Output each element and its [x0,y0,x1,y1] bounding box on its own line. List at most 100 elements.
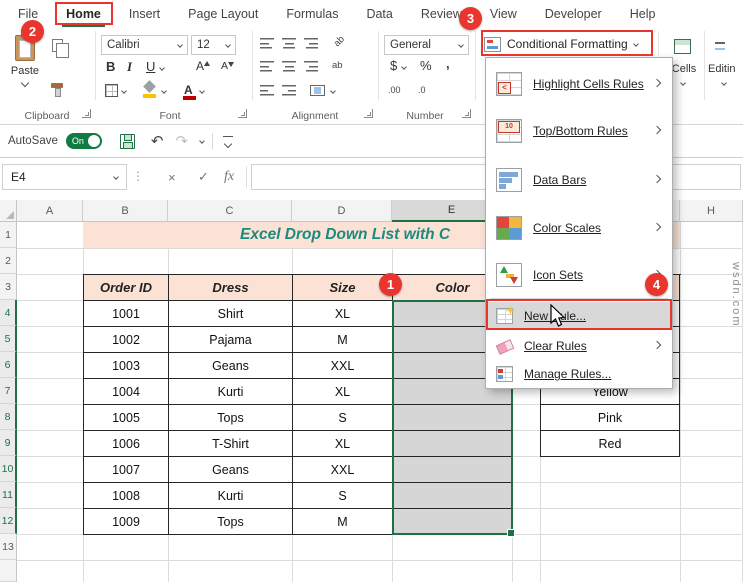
cell-C11[interactable]: Kurti [169,483,293,509]
cell-B8[interactable]: 1005 [84,405,169,431]
chevron-down-icon[interactable] [401,64,407,70]
percent-format-button[interactable]: % [420,58,432,73]
menu-item-new-rule[interactable]: New Rule... [487,302,671,330]
row-header-12[interactable]: 12 [0,508,17,534]
cell-D5[interactable]: M [293,327,393,353]
menu-item-clear-rules[interactable]: Clear Rules [487,332,671,360]
increase-decimal-button[interactable]: .00 [388,85,401,95]
cell-E12[interactable] [393,509,513,535]
comma-format-button[interactable]: , [446,56,450,71]
borders-button[interactable] [105,84,118,97]
cell-D8[interactable]: S [293,405,393,431]
align-right-button[interactable] [304,60,318,72]
cell-D10[interactable]: XXL [293,457,393,483]
cell-C5[interactable]: Pajama [169,327,293,353]
row-header-1[interactable]: 1 [0,222,17,248]
number-format-combo[interactable]: General [384,35,469,55]
underline-button[interactable]: U [146,59,155,74]
tab-developer[interactable]: Developer [531,0,616,27]
cell-D4[interactable]: XL [293,301,393,327]
tab-home[interactable]: Home [52,0,115,27]
cell-C12[interactable]: Tops [169,509,293,535]
cell-D11[interactable]: S [293,483,393,509]
copy-icon[interactable] [52,39,63,52]
enter-icon[interactable]: ✓ [198,164,209,190]
chevron-down-icon[interactable] [199,138,205,144]
alignment-dialog-launcher-icon[interactable] [364,109,373,118]
number-dialog-launcher-icon[interactable] [462,109,471,118]
align-left-button[interactable] [260,60,274,72]
format-painter-icon[interactable] [51,83,63,88]
autosave-toggle[interactable]: On [66,133,102,149]
decrease-decimal-button[interactable]: .0 [418,85,426,95]
orientation-button[interactable]: ab [332,34,347,49]
align-bottom-button[interactable] [304,37,318,49]
chevron-down-icon[interactable] [121,88,127,94]
decrease-font-size-button[interactable]: A [221,60,228,72]
menu-item-highlight-cells-rules[interactable]: Highlight Cells Rules [487,60,671,107]
italic-button[interactable]: I [127,59,132,75]
tab-data[interactable]: Data [352,0,406,27]
cell-D6[interactable]: XXL [293,353,393,379]
wrap-text-button[interactable]: ab [332,60,343,71]
cell-B9[interactable]: 1006 [84,431,169,457]
increase-indent-button[interactable] [282,84,296,96]
row-header-5[interactable]: 5 [0,326,17,352]
row-header-11[interactable]: 11 [0,482,17,508]
cell-E9[interactable] [393,431,513,457]
drag-handle-icon[interactable]: ⋮ [132,169,144,183]
fill-color-button[interactable] [142,82,158,98]
cell-C9[interactable]: T-Shirt [169,431,293,457]
customize-toolbar-icon[interactable] [223,136,233,147]
chevron-down-icon[interactable] [159,65,165,71]
insert-function-icon[interactable]: fx [224,164,234,190]
cell-D7[interactable]: XL [293,379,393,405]
font-name-combo[interactable]: Calibri [101,35,188,55]
cell-D9[interactable]: XL [293,431,393,457]
chevron-down-icon[interactable] [199,88,205,94]
menu-item-icon-sets[interactable]: Icon Sets [487,252,671,298]
cell-D12[interactable]: M [293,509,393,535]
row-header-9[interactable]: 9 [0,430,17,456]
font-dialog-launcher-icon[interactable] [238,109,247,118]
column-header-c[interactable]: C [168,200,292,222]
tab-insert[interactable]: Insert [115,0,174,27]
menu-item-manage-rules[interactable]: Manage Rules... [487,360,671,388]
menu-item-top-bottom-rules[interactable]: Top/Bottom Rules [487,107,671,155]
column-header-b[interactable]: B [83,200,168,222]
paste-button[interactable]: Paste [5,32,45,106]
row-header-8[interactable]: 8 [0,404,17,430]
cell-C8[interactable]: Tops [169,405,293,431]
tab-view[interactable]: View [476,0,531,27]
name-box[interactable]: E4 [2,164,127,190]
column-header-d[interactable]: D [292,200,392,222]
cell-C7[interactable]: Kurti [169,379,293,405]
cell-B10[interactable]: 1007 [84,457,169,483]
cell-C10[interactable]: Geans [169,457,293,483]
cell-B5[interactable]: 1002 [84,327,169,353]
column-header-a[interactable]: A [17,200,83,222]
align-center-button[interactable] [282,60,296,72]
align-top-button[interactable] [260,37,274,49]
cell-G8[interactable]: Pink [541,405,680,431]
increase-font-size-button[interactable]: A [196,59,204,73]
cell-E8[interactable] [393,405,513,431]
undo-icon[interactable]: ↶ [151,132,164,150]
cell-G9[interactable]: Red [541,431,680,457]
cell-B6[interactable]: 1003 [84,353,169,379]
row-header-7[interactable]: 7 [0,378,17,404]
cell-B4[interactable]: 1001 [84,301,169,327]
chevron-down-icon[interactable] [161,88,167,94]
menu-item-data-bars[interactable]: Data Bars [487,155,671,204]
align-middle-button[interactable] [282,37,296,49]
clipboard-dialog-launcher-icon[interactable] [82,109,91,118]
tab-help[interactable]: Help [616,0,670,27]
select-all-corner[interactable] [0,200,17,222]
row-header-3[interactable]: 3 [0,274,17,300]
editing-group-button[interactable]: Editin [708,63,743,75]
cell-B12[interactable]: 1009 [84,509,169,535]
redo-icon[interactable]: ↷ [175,132,188,150]
column-header-h[interactable]: H [680,200,743,222]
tab-page-layout[interactable]: Page Layout [174,0,272,27]
cell-C4[interactable]: Shirt [169,301,293,327]
